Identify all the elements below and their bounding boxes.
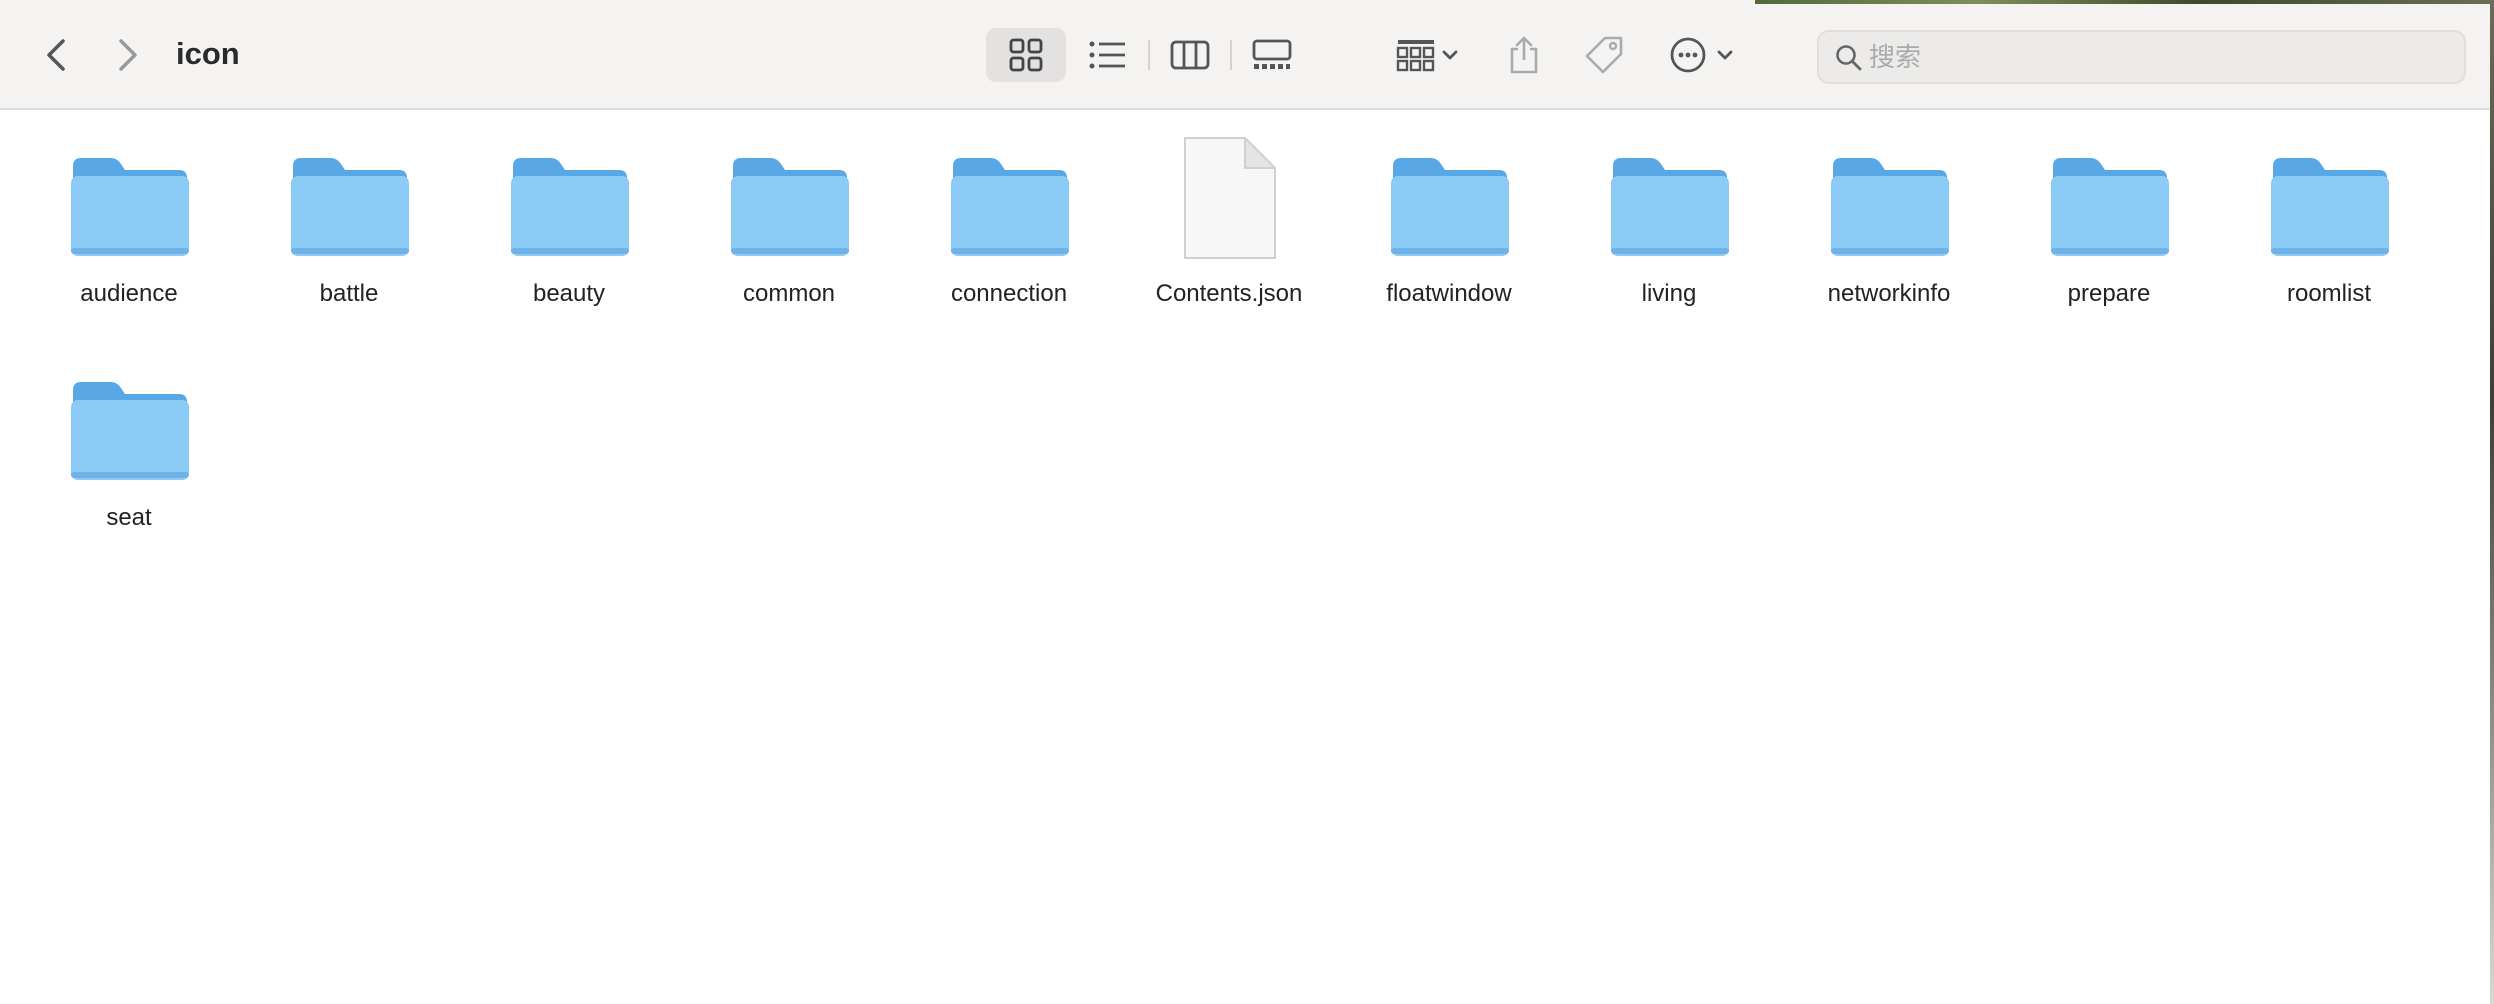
- item-label: Contents.json: [1155, 280, 1303, 307]
- more-actions-button[interactable]: [1664, 32, 1744, 78]
- tag-icon: [1585, 36, 1623, 74]
- folder-icon: [689, 130, 889, 260]
- folder-item[interactable]: networkinfo: [1789, 130, 1989, 330]
- list-view-button[interactable]: [1080, 32, 1136, 78]
- document-icon: [1129, 130, 1329, 260]
- item-label: floatwindow: [1386, 280, 1512, 307]
- folder-item[interactable]: roomlist: [2229, 130, 2429, 330]
- folder-icon: [29, 354, 229, 484]
- group-grid-icon: [1396, 40, 1458, 72]
- folder-item[interactable]: prepare: [2009, 130, 2209, 330]
- desktop-background: [2490, 0, 2494, 1004]
- folder-item[interactable]: audience: [29, 130, 229, 330]
- item-label: common: [742, 280, 836, 307]
- back-button[interactable]: [36, 32, 76, 78]
- toolbar-separator: [1148, 40, 1150, 70]
- folder-icon: [1349, 130, 1549, 260]
- share-button[interactable]: [1502, 30, 1546, 80]
- item-label: living: [1641, 280, 1697, 307]
- folder-item[interactable]: beauty: [469, 130, 669, 330]
- folder-icon: [2009, 130, 2209, 260]
- folder-icon: [469, 130, 669, 260]
- icon-view-button[interactable]: [996, 32, 1056, 78]
- search-icon: [1836, 45, 1862, 71]
- chevron-left-icon: [47, 39, 65, 71]
- share-icon: [1510, 36, 1538, 74]
- desktop-background: [1755, 0, 2494, 4]
- finder-window: icon 搜索 audience battle beauty common co…: [0, 0, 2494, 1004]
- folder-icon: [909, 130, 1109, 260]
- gallery-view-button[interactable]: [1244, 32, 1300, 78]
- chevron-right-icon: [119, 39, 137, 71]
- window-title: icon: [176, 36, 240, 71]
- file-item[interactable]: Contents.json: [1129, 130, 1329, 330]
- folder-icon: [1789, 130, 1989, 260]
- folder-icon: [2229, 130, 2429, 260]
- item-label: roomlist: [2286, 280, 2371, 307]
- folder-item[interactable]: floatwindow: [1349, 130, 1549, 330]
- item-label: audience: [80, 280, 178, 307]
- folder-icon: [1569, 130, 1769, 260]
- folder-icon: [29, 130, 229, 260]
- item-label: battle: [319, 280, 379, 307]
- search-input[interactable]: [1869, 38, 2449, 78]
- forward-button[interactable]: [108, 32, 148, 78]
- folder-item[interactable]: battle: [249, 130, 449, 330]
- list-icon: [1089, 41, 1125, 69]
- gallery-icon: [1252, 39, 1292, 69]
- group-button[interactable]: [1388, 32, 1468, 78]
- item-label: networkinfo: [1827, 280, 1951, 307]
- item-label: seat: [106, 504, 152, 531]
- ellipsis-circle-icon: [1670, 37, 1733, 73]
- tag-button[interactable]: [1580, 32, 1628, 78]
- folder-icon: [249, 130, 449, 260]
- icon-grid-icon: [1009, 38, 1043, 72]
- columns-icon: [1170, 40, 1210, 70]
- folder-item[interactable]: common: [689, 130, 889, 330]
- folder-item[interactable]: seat: [29, 354, 229, 554]
- folder-item[interactable]: connection: [909, 130, 1109, 330]
- folder-item[interactable]: living: [1569, 130, 1769, 330]
- search-field[interactable]: [1817, 30, 2466, 84]
- item-label: beauty: [532, 280, 606, 307]
- column-view-button[interactable]: [1162, 32, 1218, 78]
- item-label: prepare: [2067, 280, 2151, 307]
- item-label: connection: [950, 280, 1068, 307]
- toolbar: icon: [0, 0, 2494, 110]
- toolbar-separator: [1230, 40, 1232, 70]
